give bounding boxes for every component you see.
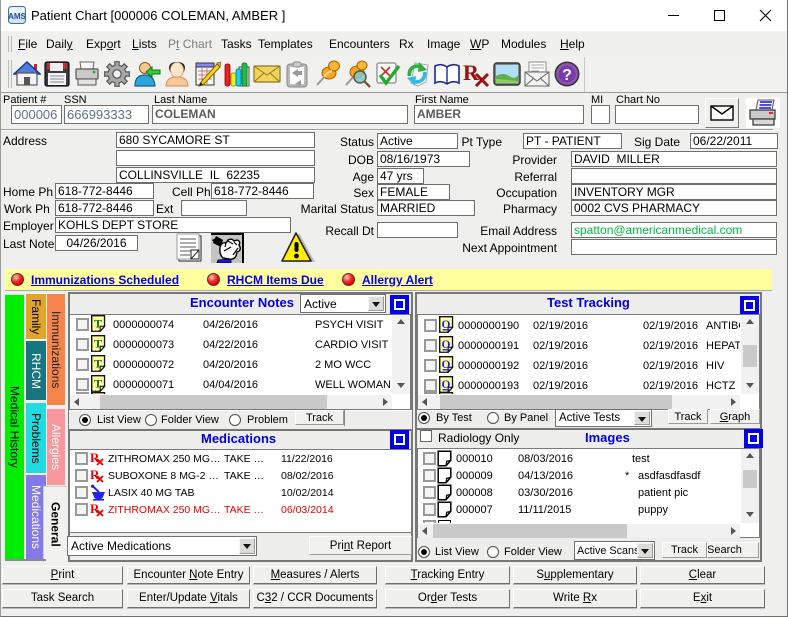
svg-text:R: R bbox=[463, 60, 480, 85]
svg-text:T: T bbox=[94, 357, 102, 371]
svg-text:T: T bbox=[94, 337, 102, 351]
svg-text:T: T bbox=[94, 377, 102, 391]
svg-text:AMS: AMS bbox=[8, 12, 26, 21]
svg-text:?: ? bbox=[562, 67, 572, 84]
svg-text:T: T bbox=[94, 317, 102, 331]
svg-text:T: T bbox=[94, 394, 102, 395]
